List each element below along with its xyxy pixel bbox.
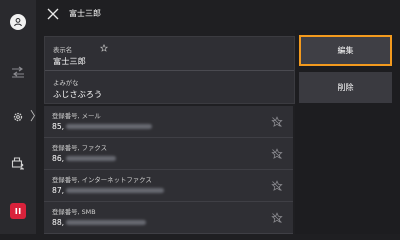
star-off-icon[interactable]	[271, 212, 283, 224]
list-item[interactable]: 登録番号, メール 85,	[44, 106, 293, 138]
user-icon	[10, 14, 26, 30]
register-list: 登録番号, メール 85, 登録番号, ファクス 86, 登録番号, インターネ…	[44, 106, 293, 234]
redacted-value	[66, 124, 152, 129]
star-off-icon[interactable]	[271, 180, 283, 192]
display-name-row[interactable]: 表示名 富士三郎	[45, 37, 294, 71]
list-item[interactable]: 登録番号, インターネットファクス 87,	[44, 170, 293, 202]
delete-button[interactable]: 削除	[299, 72, 392, 103]
printer-person-icon	[11, 157, 24, 170]
close-icon[interactable]	[46, 7, 60, 21]
stop-button[interactable]	[0, 198, 36, 224]
pause-icon	[10, 203, 26, 219]
reading-label: よみがな	[53, 79, 79, 87]
display-name-label: 表示名	[53, 46, 73, 54]
contact-info-panel: 表示名 富士三郎 よみがな ふじさぶろう	[44, 36, 295, 104]
edit-button[interactable]: 編集	[299, 35, 392, 66]
register-label: 登録番号, インターネットファクス	[52, 176, 152, 184]
reading-row[interactable]: よみがな ふじさぶろう	[45, 71, 294, 103]
register-number: 88,	[52, 218, 65, 227]
action-panel: 編集 削除	[295, 30, 400, 234]
user-button[interactable]	[0, 9, 36, 35]
star-outline-icon	[100, 44, 108, 52]
page-title: 富士三郎	[69, 9, 101, 18]
header-bar: 富士三郎	[40, 0, 400, 30]
reading-value: ふじさぶろう	[53, 89, 103, 99]
register-label: 登録番号, メール	[52, 112, 101, 120]
redacted-value	[66, 188, 164, 193]
star-off-icon[interactable]	[271, 148, 283, 160]
redacted-value	[66, 220, 146, 225]
register-label: 登録番号, ファクス	[52, 144, 107, 152]
swap-button[interactable]	[0, 59, 36, 85]
register-number: 85,	[52, 122, 65, 131]
side-rail: 〉	[0, 0, 42, 234]
register-number: 86,	[52, 154, 65, 163]
swap-arrows-icon	[12, 66, 24, 78]
gear-icon	[13, 112, 23, 122]
redacted-value	[66, 156, 116, 161]
printer-user-button[interactable]	[0, 150, 36, 176]
display-name-value: 富士三郎	[53, 56, 86, 66]
register-number: 87,	[52, 186, 65, 195]
register-label: 登録番号, SMB	[52, 208, 96, 216]
star-off-icon[interactable]	[271, 116, 283, 128]
list-item[interactable]: 登録番号, SMB 88,	[44, 202, 293, 234]
chevron-right-icon: 〉	[30, 109, 43, 123]
list-item[interactable]: 登録番号, ファクス 86,	[44, 138, 293, 170]
